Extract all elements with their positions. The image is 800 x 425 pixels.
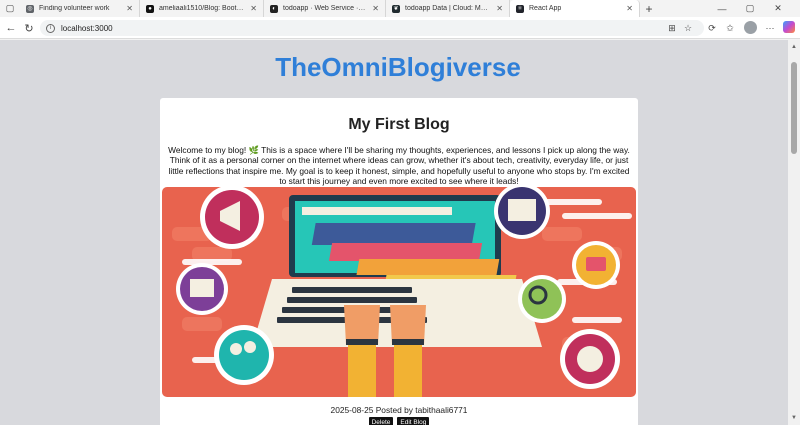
close-window-icon[interactable]: ✕	[764, 0, 792, 17]
delete-button[interactable]: Delete	[368, 417, 394, 425]
scroll-thumb[interactable]	[791, 62, 797, 154]
post-actions: Delete Edit Blog	[160, 417, 638, 425]
favorite-star-icon[interactable]: ☆	[680, 20, 696, 36]
tab-title: todoapp Data | Cloud: MongoDB	[405, 5, 490, 12]
edit-blog-button[interactable]: Edit Blog	[397, 417, 430, 425]
post-title: My First Blog	[348, 116, 450, 133]
address-url[interactable]: localhost:3000	[61, 24, 113, 33]
tab-finding-volunteer-work[interactable]: ◎ Finding volunteer work ✕	[20, 0, 140, 17]
tab-actions-icon[interactable]: ▢	[0, 0, 20, 17]
apps-icon[interactable]: ⊞	[664, 20, 680, 36]
github-icon: ●	[146, 4, 154, 13]
site-info-icon[interactable]: i	[46, 23, 55, 33]
render-icon: ◐	[270, 4, 278, 13]
tab-render[interactable]: ◐ todoapp · Web Service · Render ✕	[264, 0, 386, 17]
post-hero-image	[162, 187, 636, 397]
new-tab-button[interactable]: +	[640, 0, 658, 17]
copilot-icon[interactable]	[783, 21, 795, 33]
page-viewport: TheOmniBlogiverse My First Blog Welcome …	[0, 40, 788, 425]
tab-github-blog[interactable]: ● ameliaali1510/Blog: Bootcamp Blo ✕	[140, 0, 264, 17]
back-arrow-icon[interactable]: ←	[3, 20, 19, 36]
mongodb-icon: ❦	[392, 4, 400, 13]
scroll-up-icon[interactable]: ▲	[790, 43, 798, 51]
close-icon[interactable]: ✕	[372, 4, 379, 13]
tab-title: todoapp · Web Service · Render	[283, 5, 366, 12]
tab-title: ameliaali1510/Blog: Bootcamp Blo	[159, 5, 244, 12]
close-icon[interactable]: ✕	[126, 4, 133, 13]
tab-bar: ▢ ◎ Finding volunteer work ✕ ● ameliaali…	[0, 0, 800, 17]
minimize-icon[interactable]: —	[708, 0, 736, 17]
react-app-icon: ⚛	[516, 4, 524, 13]
close-icon[interactable]: ✕	[250, 4, 257, 13]
tab-title: Finding volunteer work	[39, 5, 110, 12]
page-scrollbar[interactable]: ▲ ▼	[788, 40, 800, 425]
tab-title: React App	[529, 5, 562, 12]
tab-mongodb[interactable]: ❦ todoapp Data | Cloud: MongoDB ✕	[386, 0, 510, 17]
profile-avatar[interactable]	[744, 21, 757, 34]
close-icon[interactable]: ✕	[496, 4, 503, 13]
post-meta: 2025-08-25 Posted by tabithaali6771	[330, 405, 468, 415]
favorites-icon[interactable]: ✩	[722, 20, 738, 36]
tab-react-app[interactable]: ⚛ React App ✕	[510, 0, 640, 17]
more-menu-icon[interactable]: ···	[762, 20, 778, 36]
maximize-icon[interactable]: ▢	[736, 0, 764, 17]
address-bar[interactable]: i localhost:3000	[40, 20, 704, 36]
blog-post-card: My First Blog Welcome to my blog! 🌿 This…	[160, 98, 638, 425]
site-title: TheOmniBlogiverse	[275, 52, 521, 82]
scroll-down-icon[interactable]: ▼	[790, 414, 798, 422]
extensions-icon[interactable]: ⟳	[704, 20, 720, 36]
post-body: Welcome to my blog! 🌿 This is a space wh…	[168, 145, 630, 187]
globe-icon: ◎	[26, 4, 34, 13]
reload-icon[interactable]: ↻	[21, 20, 37, 36]
browser-toolbar: ← ↻ i localhost:3000 ⊞ ☆ ⟳ ✩ ···	[0, 17, 800, 39]
close-icon[interactable]: ✕	[626, 4, 633, 13]
